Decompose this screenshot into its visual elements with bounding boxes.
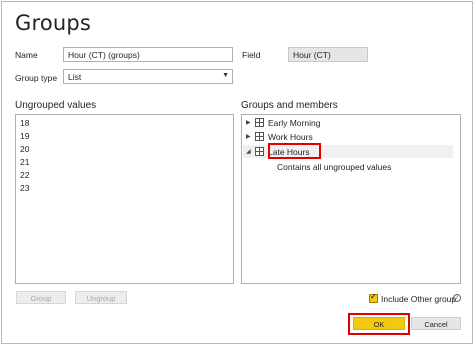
- info-icon[interactable]: i: [453, 294, 461, 302]
- group-type-select[interactable]: List ▼: [63, 69, 233, 84]
- ungrouped-list[interactable]: 18 19 20 21 22 23: [15, 114, 234, 284]
- ok-button[interactable]: OK: [353, 317, 405, 330]
- group-icon: [255, 118, 264, 127]
- expand-arrow-icon[interactable]: ▶: [246, 119, 255, 126]
- chevron-down-icon: ▼: [222, 72, 229, 79]
- cancel-button[interactable]: Cancel: [411, 317, 461, 330]
- list-item[interactable]: 19: [20, 131, 29, 141]
- list-item[interactable]: 18: [20, 118, 29, 128]
- name-label: Name: [15, 50, 38, 60]
- list-item[interactable]: 23: [20, 183, 29, 193]
- field-label: Field: [242, 50, 261, 60]
- tree-item-early-morning[interactable]: ▶ Early Morning: [246, 116, 320, 129]
- list-item[interactable]: 20: [20, 144, 29, 154]
- highlight-box: [268, 143, 321, 159]
- groups-title: Groups and members: [241, 100, 338, 111]
- group-icon: [255, 147, 264, 156]
- dialog-title: Groups: [15, 11, 92, 35]
- list-item[interactable]: 21: [20, 157, 29, 167]
- name-input[interactable]: Hour (CT) (groups): [63, 47, 233, 62]
- list-item[interactable]: 22: [20, 170, 29, 180]
- groups-dialog: Groups Name Hour (CT) (groups) Field Hou…: [1, 1, 473, 344]
- tree-sub-text: Contains all ungrouped values: [277, 162, 392, 172]
- group-type-label: Group type: [15, 73, 58, 83]
- group-icon: [255, 132, 264, 141]
- tree-item-label: Early Morning: [268, 117, 321, 128]
- ungroup-button[interactable]: Ungroup: [75, 291, 127, 304]
- field-value: Hour (CT): [288, 47, 368, 62]
- group-button[interactable]: Group: [16, 291, 66, 304]
- ungrouped-title: Ungrouped values: [15, 100, 97, 111]
- include-other-label: Include Other group: [381, 294, 457, 304]
- tree-item-work-hours[interactable]: ▶ Work Hours: [246, 130, 313, 143]
- group-type-value: List: [68, 72, 82, 82]
- tree-item-label: Work Hours: [268, 131, 313, 142]
- expand-arrow-icon[interactable]: ▶: [246, 133, 255, 140]
- collapse-arrow-icon[interactable]: ◢: [246, 148, 255, 155]
- groups-tree[interactable]: ▶ Early Morning ▶ Work Hours ◢ Late Hour…: [241, 114, 461, 284]
- include-other-checkbox[interactable]: [369, 292, 378, 303]
